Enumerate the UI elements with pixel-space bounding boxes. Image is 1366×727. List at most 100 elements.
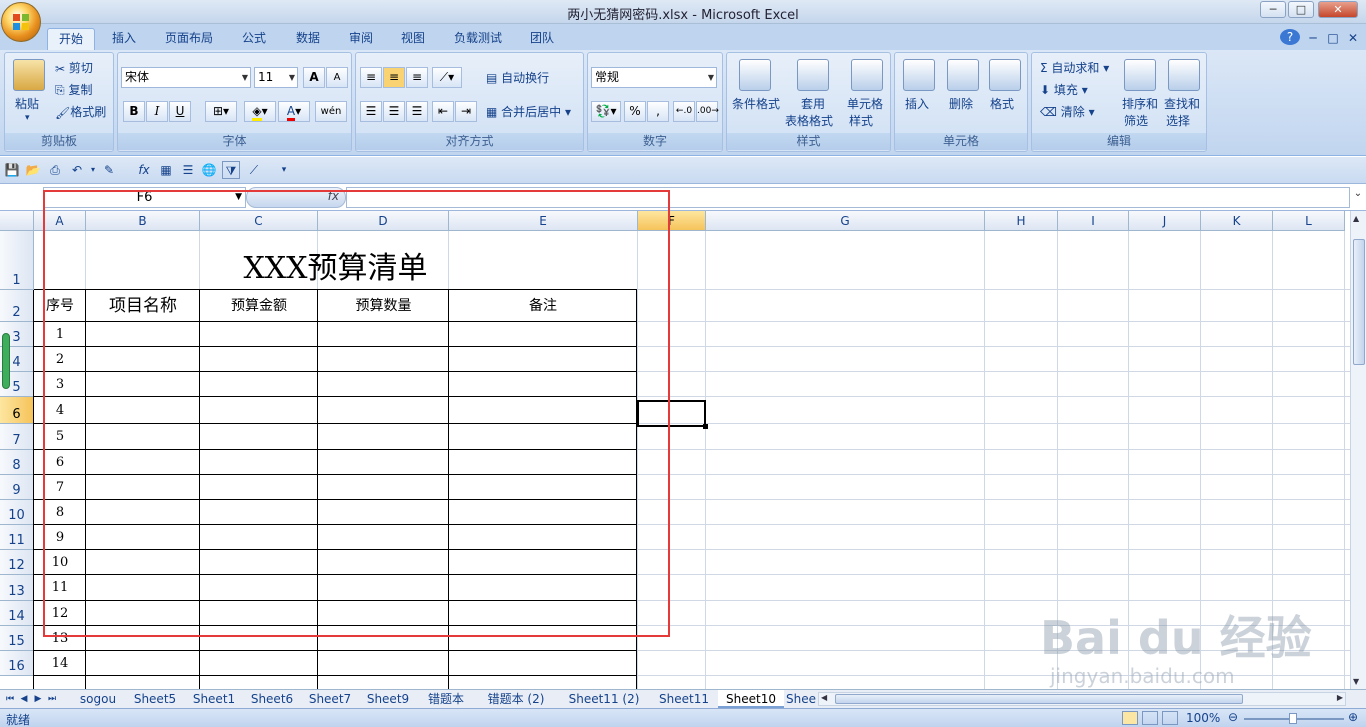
sheet-tab[interactable]: Sheet6 <box>244 690 300 708</box>
row-header-16[interactable]: 16 <box>0 651 34 676</box>
row-header-15[interactable]: 15 <box>0 626 34 651</box>
sheet-tab[interactable]: Sheet1 <box>186 690 242 708</box>
tab-page-layout[interactable]: 页面布局 <box>158 28 220 50</box>
save-icon[interactable]: 💾 <box>3 161 21 179</box>
horizontal-scroll-thumb[interactable] <box>835 694 1243 704</box>
row-header-11[interactable]: 11 <box>0 525 34 550</box>
merge-center-button[interactable]: ▦ 合并后居中 ▾ <box>486 103 571 120</box>
sheet-tab[interactable]: Shee <box>786 690 816 708</box>
zoom-level[interactable]: 100% <box>1186 711 1220 725</box>
expand-formula-icon[interactable]: ⌄ <box>1351 188 1365 207</box>
vertical-scrollbar[interactable]: ▲ ▼ <box>1350 211 1366 689</box>
page-break-view-icon[interactable] <box>1162 711 1178 725</box>
help-icon[interactable]: ? <box>1280 29 1300 45</box>
ribbon-close-icon[interactable]: ✕ <box>1344 28 1362 50</box>
fill-color-button[interactable]: ◈▾ <box>244 101 276 122</box>
column-header-i[interactable]: I <box>1058 211 1129 231</box>
zoom-in-icon[interactable]: ⊕ <box>1348 710 1358 724</box>
increase-indent-button[interactable]: ⇥ <box>455 101 477 122</box>
scroll-right-icon[interactable]: ▶ <box>1337 693 1343 702</box>
increase-decimal-button[interactable]: ←.0 <box>673 101 695 122</box>
sheet-tab[interactable]: Sheet5 <box>127 690 183 708</box>
font-color-button[interactable]: A▾ <box>278 101 310 122</box>
sort-filter-icon[interactable] <box>1124 59 1156 91</box>
paste-icon[interactable] <box>13 59 45 91</box>
tab-view[interactable]: 视图 <box>393 28 433 50</box>
cell-styles-label-2[interactable]: 样式 <box>849 112 873 129</box>
scroll-down-icon[interactable]: ▼ <box>1353 677 1359 686</box>
align-right-button[interactable]: ☰ <box>406 101 428 122</box>
decrease-decimal-button[interactable]: .00→ <box>696 101 719 122</box>
align-top-button[interactable]: ≡ <box>360 67 382 88</box>
sheet-tab[interactable]: 错题本 (2) <box>476 690 556 708</box>
bold-button[interactable]: B <box>123 101 145 122</box>
sort-filter-label-2[interactable]: 筛选 <box>1124 112 1148 129</box>
prev-sheet-icon[interactable]: ◀ <box>18 690 30 708</box>
tab-formulas[interactable]: 公式 <box>234 28 274 50</box>
paste-dropdown-icon[interactable]: ▾ <box>25 113 30 123</box>
shrink-font-button[interactable]: A <box>326 67 348 88</box>
scroll-left-icon[interactable]: ◀ <box>821 693 827 702</box>
horizontal-scrollbar[interactable]: ◀ ▶ <box>818 692 1346 706</box>
row-header-7[interactable]: 7 <box>0 424 34 450</box>
align-left-button[interactable]: ☰ <box>360 101 382 122</box>
sheet-tab[interactable]: Sheet11 (2) <box>558 690 650 708</box>
find-select-label-2[interactable]: 选择 <box>1166 112 1190 129</box>
serial-cell[interactable]: 14 <box>34 651 86 676</box>
last-sheet-icon[interactable]: ⏭ <box>46 690 58 708</box>
page-layout-view-icon[interactable] <box>1142 711 1158 725</box>
row-header-14[interactable]: 14 <box>0 601 34 626</box>
next-sheet-icon[interactable]: ▶ <box>32 690 44 708</box>
sheet-tab[interactable]: Sheet11 <box>652 690 716 708</box>
sheet-tab[interactable]: sogou <box>72 690 124 708</box>
conditional-format-icon[interactable] <box>739 59 771 91</box>
decrease-indent-button[interactable]: ⇤ <box>432 101 454 122</box>
open-icon[interactable]: 📂 <box>24 161 42 179</box>
insert-cells-icon[interactable] <box>903 59 935 91</box>
tab-team[interactable]: 团队 <box>522 28 562 50</box>
column-header-h[interactable]: H <box>985 211 1058 231</box>
find-select-icon[interactable] <box>1168 59 1200 91</box>
cut-button[interactable]: ✂ 剪切 <box>55 59 93 76</box>
align-bottom-button[interactable]: ≡ <box>406 67 428 88</box>
scroll-up-icon[interactable]: ▲ <box>1353 214 1359 223</box>
vertical-scroll-thumb[interactable] <box>1353 239 1365 365</box>
font-size-combo[interactable]: 11 ▼ <box>254 67 298 88</box>
sort-icon[interactable]: ⟋ <box>245 161 263 179</box>
customize-qat-icon[interactable]: ▾ <box>275 161 293 179</box>
row-header-8[interactable]: 8 <box>0 450 34 475</box>
paste-button[interactable]: 粘贴 <box>15 95 39 112</box>
row-header-9[interactable]: 9 <box>0 475 34 500</box>
fill-handle[interactable] <box>703 424 708 429</box>
print-preview-icon[interactable]: ⎙ <box>46 161 64 179</box>
format-painter-button[interactable]: 🖌格式刷 <box>55 103 106 120</box>
zoom-out-icon[interactable]: ⊖ <box>1228 710 1238 724</box>
column-header-j[interactable]: J <box>1129 211 1201 231</box>
tab-insert[interactable]: 插入 <box>104 28 144 50</box>
table-format-icon[interactable] <box>797 59 829 91</box>
sheet-tab[interactable]: Sheet10 <box>718 690 784 708</box>
first-sheet-icon[interactable]: ⏮ <box>4 690 16 708</box>
align-center-button[interactable]: ☰ <box>383 101 405 122</box>
column-header-k[interactable]: K <box>1201 211 1273 231</box>
table-format-label-2[interactable]: 表格格式 <box>785 112 833 129</box>
table-icon[interactable]: ▦ <box>157 161 175 179</box>
find-select-label-1[interactable]: 查找和 <box>1164 95 1200 112</box>
rows-icon[interactable]: ☰ <box>179 161 197 179</box>
grow-font-button[interactable]: A <box>303 67 325 88</box>
delete-cells-button[interactable]: 删除 <box>949 95 973 112</box>
border-button[interactable]: ⊞▾ <box>205 101 237 122</box>
insert-function-icon[interactable]: fx <box>135 161 153 179</box>
sheet-tab[interactable]: Sheet9 <box>360 690 416 708</box>
ribbon-minimize-icon[interactable]: ─ <box>1304 28 1322 50</box>
comma-button[interactable]: , <box>647 101 669 122</box>
redo-icon[interactable]: ✎ <box>100 161 118 179</box>
sheet-tab[interactable]: Sheet7 <box>302 690 358 708</box>
zoom-slider-thumb[interactable] <box>1289 713 1297 724</box>
row-header-6[interactable]: 6 <box>0 397 34 424</box>
wrap-text-button[interactable]: ▤ 自动换行 <box>486 69 549 86</box>
maximize-button[interactable]: □ <box>1288 1 1314 18</box>
row-header-2[interactable]: 2 <box>0 290 34 322</box>
orientation-button[interactable]: ⟋▾ <box>432 67 462 88</box>
format-cells-button[interactable]: 格式 <box>990 95 1014 112</box>
